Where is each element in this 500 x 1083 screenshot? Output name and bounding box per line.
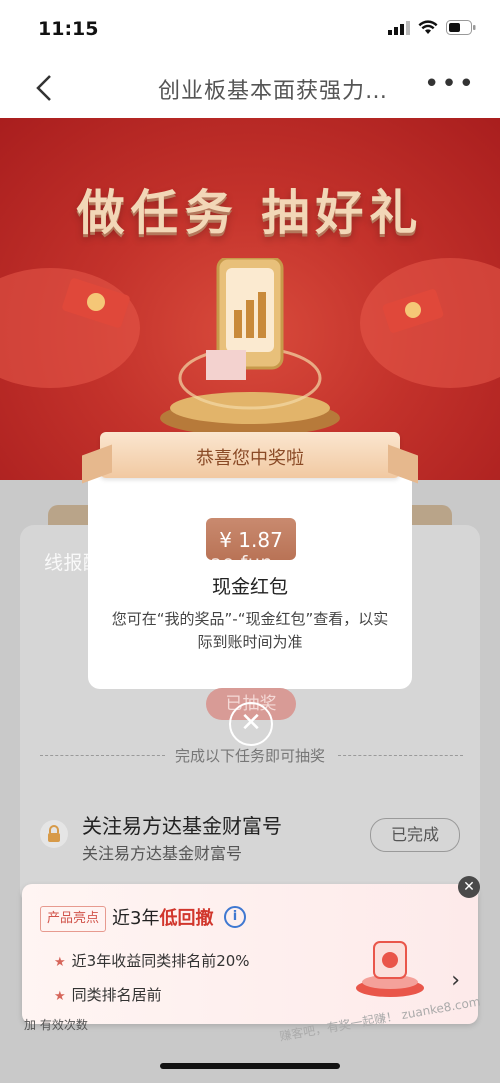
promo-tag: 产品亮点 xyxy=(40,906,107,932)
prize-name: 现金红包 xyxy=(211,576,288,598)
close-promo-button[interactable]: ✕ xyxy=(458,876,480,898)
promo-title: 近3年低回撤 xyxy=(112,904,213,930)
back-button[interactable] xyxy=(28,70,64,106)
popup-title: 恭喜您中奖啦 xyxy=(196,448,304,469)
promo-item: ★ 近3年收益同类排名前20% xyxy=(54,950,250,971)
chevron-right-icon[interactable]: › xyxy=(451,968,460,993)
product-promo-banner[interactable]: 产品亮点 近3年低回撤 i ★ 近3年收益同类排名前20% ★ 同类排名居前 › ✕ xyxy=(22,876,480,1024)
close-popup-button[interactable]: ✕ xyxy=(229,702,273,746)
prize-description: 您可在“我的奖品”-“现金红包”查看，以实际到账时间为准 xyxy=(111,610,389,651)
page-title: 创业板基本面获强力… xyxy=(158,79,389,104)
promo-title-highlight: 低回撤 xyxy=(159,908,214,929)
hero-title: 做任务 抽好礼 xyxy=(76,185,424,241)
home-indicator xyxy=(160,1063,340,1069)
signal-icon xyxy=(388,20,410,35)
nav-bar: 创业板基本面获强力… ••• xyxy=(0,58,500,118)
more-button[interactable]: ••• xyxy=(424,71,476,97)
battery-icon xyxy=(446,20,476,35)
wifi-icon xyxy=(418,20,438,34)
task-row: 关注易方达基金财富号 关注易方达基金财富号 已完成 xyxy=(20,790,480,880)
promo-title-prefix: 近3年 xyxy=(112,908,160,929)
task-status-button[interactable]: 已完成 xyxy=(370,818,460,852)
star-icon: ★ xyxy=(54,955,66,970)
info-icon[interactable]: i xyxy=(224,906,246,928)
task-subtitle: 关注易方达基金财富号 xyxy=(82,844,243,863)
promo-item: ★ 同类排名居前 xyxy=(54,984,162,1005)
watermark-text: 线报酷-new.xianbao.fun xyxy=(44,552,273,574)
popup-banner: 恭喜您中奖啦 xyxy=(100,432,400,478)
star-icon: ★ xyxy=(54,989,66,1004)
bottom-text: 加 有效次数 xyxy=(24,1018,88,1032)
divider xyxy=(338,755,463,756)
red-envelope-graphic xyxy=(62,278,130,328)
task-title: 关注易方达基金财富号 xyxy=(82,814,282,838)
promo-item-text: 同类排名居前 xyxy=(71,986,162,1004)
promo-graphic xyxy=(356,941,424,997)
chevron-left-icon xyxy=(36,75,51,101)
status-bar: 11:15 xyxy=(0,0,500,58)
red-envelope-graphic xyxy=(382,289,444,333)
status-time: 11:15 xyxy=(38,18,99,40)
phone-trophy-graphic xyxy=(160,258,340,436)
lock-icon xyxy=(40,820,68,848)
promo-item-text: 近3年收益同类排名前20% xyxy=(71,952,250,970)
status-icons xyxy=(388,20,476,35)
